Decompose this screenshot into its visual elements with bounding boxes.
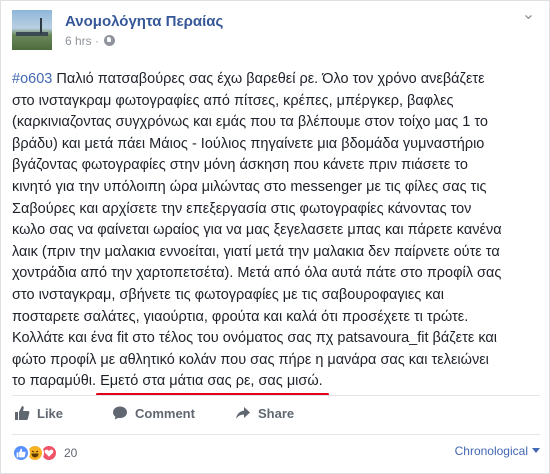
highlighted-sentence: Εμετό στα μάτια σας ρε, σας μισώ. (96, 371, 329, 396)
comment-button[interactable]: Comment (112, 398, 195, 428)
like-button[interactable]: Like (14, 398, 63, 428)
page-name-link[interactable]: Ανομολόγητα Περαίας (65, 13, 223, 30)
post-line: βράδυ) και μετά πάει Μάιος - Ιούλιος πηγ… (12, 135, 485, 152)
comment-sort-dropdown[interactable]: Chronological (455, 444, 540, 458)
comment-icon (113, 406, 127, 420)
post-timestamp[interactable]: 6 hrs (65, 34, 92, 48)
divider (12, 434, 540, 435)
post-card: Ανομολόγητα Περαίας 6 hrs · ⌄ #ο603 Παλι… (0, 0, 550, 474)
share-icon (236, 407, 250, 419)
post-line: Κολλάτε και ένα fit στο τέλος του ονόματ… (12, 330, 498, 347)
avatar[interactable] (12, 10, 52, 50)
post-line: στο ινσταγκραμ, σβήνετε τις φωτογραφίες … (12, 286, 444, 303)
divider (12, 395, 540, 396)
post-line: (καρκινιαζοντας συγχρόνως και εμάς που τ… (12, 114, 488, 131)
post-line: το παραμύθι. Εμετό στα μάτια σας ρε, σας… (12, 371, 544, 396)
post-line: Σαβούρες και αρχίσετε την επεξεργασία στ… (12, 200, 472, 217)
avatar-pole (40, 18, 42, 34)
post-line: λαικ (πριν την μαλακια εννοείται, γιατί … (12, 243, 500, 260)
reactions-summary[interactable]: 20 (12, 443, 77, 463)
comment-label: Comment (135, 405, 195, 421)
share-label: Share (258, 405, 295, 421)
share-button[interactable]: Share (235, 398, 294, 428)
reaction-count: 20 (64, 446, 78, 460)
post-line: χοντράδια από την χαρτοπετσέτα). Μετά απ… (12, 265, 502, 282)
post-line: ποσταρετε σαλάτες, γιαούρτια, φρούτα και… (12, 308, 469, 325)
post-line: κωλο σας να φαίνεται ωραίος για να μας ξ… (12, 222, 502, 239)
hashtag-link[interactable]: #ο603 (12, 71, 52, 87)
globe-icon (104, 35, 116, 46)
meta-separator: · (95, 34, 100, 48)
like-reaction-icon (12, 444, 30, 462)
like-icon (15, 406, 30, 420)
more-options-icon[interactable]: ⌄ (520, 7, 538, 24)
post-line: κινητό για την υπόλοιπη ώρα μιλώντας στο… (12, 178, 487, 195)
like-label: Like (37, 405, 64, 421)
post-line: φώτο προφίλ με αθλητικό κολάν που σας πή… (12, 351, 489, 368)
post-body: #ο603 Παλιό πατσαβούρες σας έχω βαρεθεί … (12, 69, 544, 396)
post-line: στο ινσταγκραμ φωτογραφίες από πίτσες, κ… (12, 92, 454, 109)
post-line: #ο603 Παλιό πατσαβούρες σας έχω βαρεθεί … (12, 71, 485, 87)
post-meta: 6 hrs · (65, 34, 116, 48)
post-footer: 20 Chronological (12, 440, 540, 466)
sort-label: Chronological (454, 444, 528, 458)
avatar-dock (16, 32, 48, 36)
chevron-down-icon (532, 448, 540, 453)
post-line: βγάζοντας φωτογραφίες στην μόνη άσκηση π… (12, 157, 468, 174)
action-bar: Like Comment Share (12, 398, 540, 428)
post-header: Ανομολόγητα Περαίας 6 hrs · ⌄ (12, 7, 540, 58)
